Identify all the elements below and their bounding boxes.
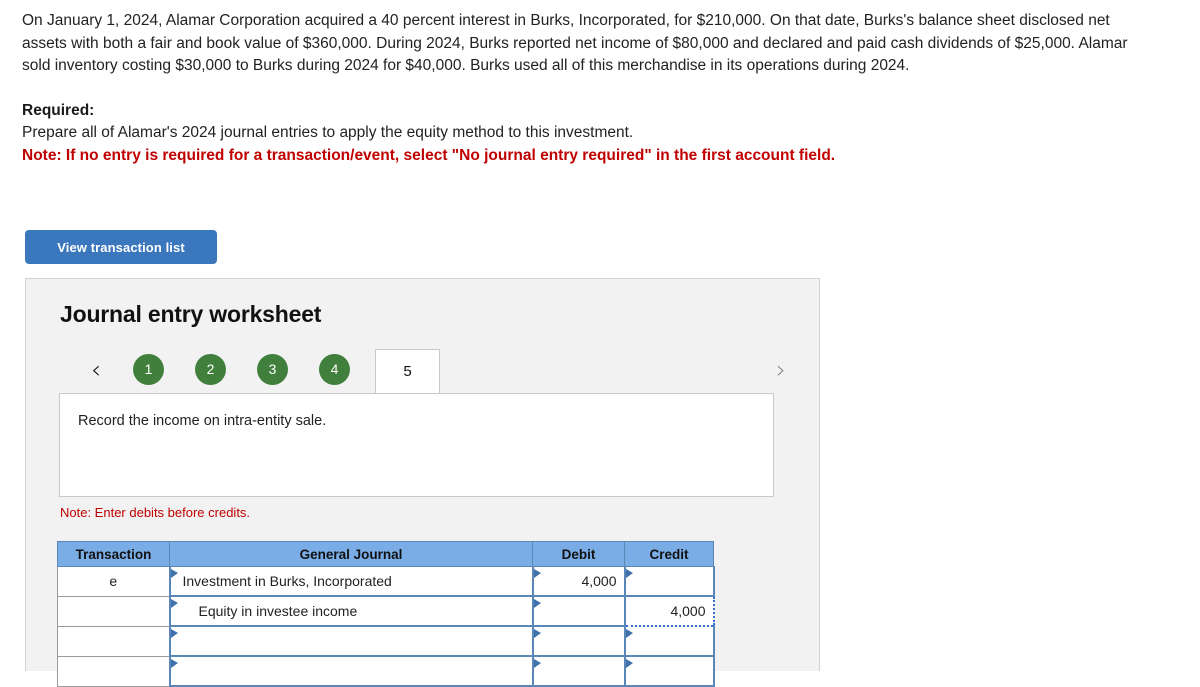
entry-description-box: Record the income on intra-entity sale. bbox=[59, 393, 774, 497]
chevron-left-icon[interactable]: ‹ bbox=[83, 357, 109, 383]
worksheet-tab-3[interactable]: 3 bbox=[257, 354, 288, 385]
cell-transaction bbox=[57, 626, 170, 657]
account-select-3[interactable] bbox=[168, 625, 534, 657]
account-select-4[interactable] bbox=[168, 655, 534, 687]
debit-input-3[interactable] bbox=[531, 625, 626, 657]
debit-input-2[interactable] bbox=[531, 595, 626, 627]
debit-value: 4,000 bbox=[581, 573, 617, 589]
worksheet-tab-4[interactable]: 4 bbox=[319, 354, 350, 385]
required-title: Required: bbox=[22, 101, 95, 119]
cell-transaction bbox=[57, 656, 170, 687]
credit-input-1[interactable] bbox=[623, 566, 715, 597]
account-value: Equity in investee income bbox=[198, 603, 358, 619]
credit-input-4[interactable] bbox=[623, 655, 715, 687]
worksheet-tab-1[interactable]: 1 bbox=[133, 354, 164, 385]
credit-value: 4,000 bbox=[670, 603, 706, 619]
column-header-transaction: Transaction bbox=[57, 541, 170, 567]
worksheet-tabstrip: ‹ › 12345 bbox=[26, 349, 821, 395]
account-value: Investment in Burks, Incorporated bbox=[182, 573, 392, 589]
credit-input-2[interactable]: 4,000 bbox=[623, 595, 715, 627]
worksheet-tab-5[interactable]: 5 bbox=[375, 349, 440, 395]
account-select-2[interactable]: Equity in investee income bbox=[168, 595, 534, 627]
credit-input-3[interactable] bbox=[623, 625, 715, 657]
table-header-row: Transaction General Journal Debit Credit bbox=[57, 541, 714, 567]
table-row bbox=[57, 625, 715, 657]
enter-debits-note: Note: Enter debits before credits. bbox=[60, 505, 251, 520]
account-select-1[interactable]: Investment in Burks, Incorporated bbox=[168, 566, 534, 597]
cell-transaction bbox=[57, 596, 170, 627]
cell-transaction: e bbox=[57, 566, 170, 597]
table-row: Equity in investee income 4,000 bbox=[57, 595, 715, 627]
debit-input-1[interactable]: 4,000 bbox=[531, 566, 626, 597]
problem-paragraph: On January 1, 2024, Alamar Corporation a… bbox=[22, 12, 1128, 74]
table-row: e Investment in Burks, Incorporated 4,000 bbox=[57, 566, 715, 597]
journal-entry-worksheet-panel: Journal entry worksheet ‹ › 12345 Record… bbox=[25, 278, 821, 687]
column-header-debit: Debit bbox=[532, 541, 625, 567]
debit-input-4[interactable] bbox=[531, 655, 626, 687]
required-note: Note: If no entry is required for a tran… bbox=[22, 146, 836, 164]
journal-entry-table: Transaction General Journal Debit Credit… bbox=[57, 541, 715, 687]
chevron-right-icon[interactable]: › bbox=[768, 357, 794, 383]
column-header-general-journal: General Journal bbox=[169, 541, 533, 567]
column-header-credit: Credit bbox=[624, 541, 714, 567]
table-row bbox=[57, 655, 715, 687]
required-block: Required: Prepare all of Alamar's 2024 j… bbox=[22, 100, 1158, 168]
entry-description-text: Record the income on intra-entity sale. bbox=[78, 413, 327, 429]
view-transaction-list-button[interactable]: View transaction list bbox=[25, 230, 217, 264]
worksheet-title: Journal entry worksheet bbox=[60, 301, 322, 327]
worksheet-tab-2[interactable]: 2 bbox=[195, 354, 226, 385]
required-instruction: Prepare all of Alamar's 2024 journal ent… bbox=[22, 124, 634, 141]
journal-table-body: e Investment in Burks, Incorporated 4,000 E… bbox=[57, 566, 715, 687]
problem-statement: On January 1, 2024, Alamar Corporation a… bbox=[22, 10, 1158, 167]
